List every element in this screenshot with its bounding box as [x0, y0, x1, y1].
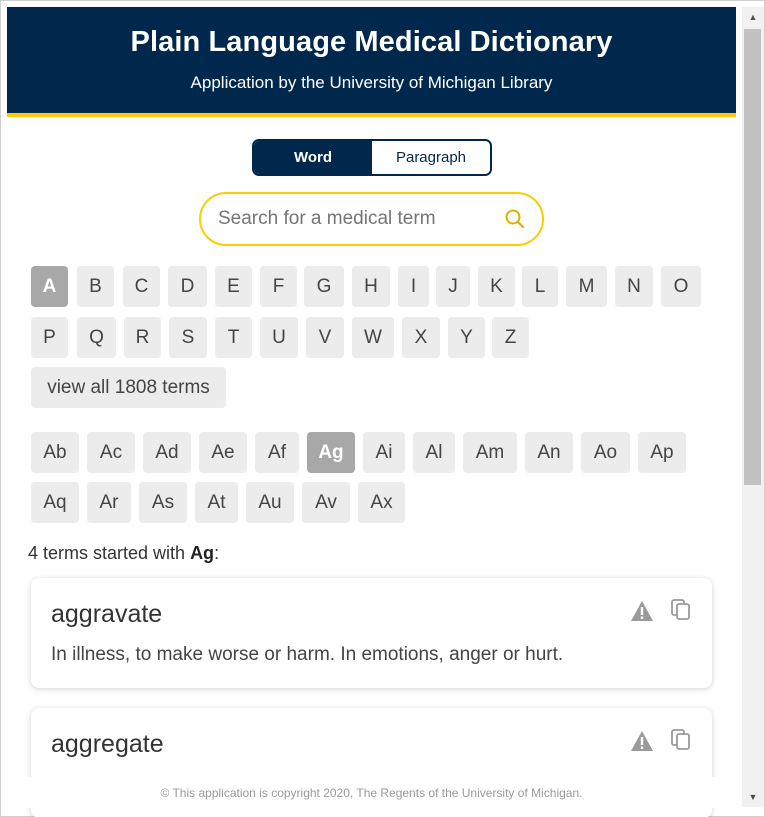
scrollbar-thumb[interactable] [744, 29, 761, 485]
results-prefix-bold: Ag [190, 543, 215, 563]
subgroup-button-ar[interactable]: Ar [87, 482, 131, 523]
subgroup-button-aq[interactable]: Aq [31, 482, 79, 523]
copyright-footer: © This application is copyright 2020, Th… [7, 777, 736, 808]
subgroup-button-av[interactable]: Av [302, 482, 350, 523]
letter-button-x[interactable]: X [402, 317, 440, 358]
subgroup-button-ae[interactable]: Ae [199, 432, 247, 473]
scroll-up-icon[interactable]: ▲ [742, 7, 764, 27]
subgroup-button-ag[interactable]: Ag [307, 432, 355, 473]
letter-button-z[interactable]: Z [492, 317, 529, 358]
results-count: 4 terms started with Ag: [28, 543, 219, 564]
letter-button-d[interactable]: D [168, 266, 207, 307]
letter-button-s[interactable]: S [169, 317, 207, 358]
letter-button-k[interactable]: K [478, 266, 515, 307]
subgroup-button-ao[interactable]: Ao [581, 432, 630, 473]
subgroup-button-au[interactable]: Au [246, 482, 294, 523]
letter-button-l[interactable]: L [522, 266, 558, 307]
letter-button-a[interactable]: A [31, 266, 68, 307]
letter-button-v[interactable]: V [306, 317, 344, 358]
letter-button-h[interactable]: H [352, 266, 390, 307]
term-title: aggravate [51, 600, 163, 628]
letter-button-f[interactable]: F [260, 266, 297, 307]
scroll-down-icon[interactable]: ▼ [742, 787, 764, 807]
subgroup-button-ai[interactable]: Ai [363, 432, 405, 473]
subgroup-button-al[interactable]: Al [413, 432, 455, 473]
search-input[interactable] [218, 208, 488, 230]
view-all-terms-button[interactable]: view all 1808 terms [31, 367, 226, 408]
letter-button-g[interactable]: G [304, 266, 344, 307]
subgroup-button-am[interactable]: Am [463, 432, 517, 473]
search-box [199, 192, 544, 246]
subgroup-button-ap[interactable]: Ap [638, 432, 686, 473]
letter-button-r[interactable]: R [124, 317, 161, 358]
report-warning-icon[interactable] [630, 600, 654, 622]
letter-button-n[interactable]: N [615, 266, 653, 307]
letter-button-t[interactable]: T [215, 317, 252, 358]
subgroup-button-ac[interactable]: Ac [87, 432, 135, 473]
term-definition: In illness, to make worse or harm. In em… [51, 644, 564, 665]
app-window: Plain Language Medical Dictionary Applic… [0, 0, 765, 817]
copy-icon[interactable] [671, 729, 691, 751]
letter-button-y[interactable]: Y [448, 317, 485, 358]
paragraph-mode-button[interactable]: Paragraph [372, 141, 490, 174]
subgroup-button-ax[interactable]: Ax [358, 482, 405, 523]
report-warning-icon[interactable] [630, 730, 654, 752]
mode-toggle: Word Paragraph [252, 139, 492, 176]
word-mode-button[interactable]: Word [254, 141, 372, 174]
letter-button-b[interactable]: B [77, 266, 114, 307]
letter-button-w[interactable]: W [352, 317, 394, 358]
letter-button-o[interactable]: O [661, 266, 701, 307]
app-subtitle: Application by the University of Michiga… [190, 73, 553, 92]
vertical-scrollbar[interactable]: ▲ ▼ [742, 7, 764, 807]
letter-button-c[interactable]: C [123, 266, 160, 307]
letter-button-e[interactable]: E [215, 266, 252, 307]
letter-button-j[interactable]: J [436, 266, 470, 307]
subgroup-button-as[interactable]: As [139, 482, 187, 523]
subgroup-button-af[interactable]: Af [255, 432, 299, 473]
letter-button-m[interactable]: M [566, 266, 607, 307]
term-card: aggravate In illness, to make worse or h… [31, 578, 712, 688]
subgroup-button-ab[interactable]: Ab [31, 432, 79, 473]
subgroup-button-an[interactable]: An [525, 432, 573, 473]
letter-button-i[interactable]: I [398, 266, 429, 307]
subgroup-button-ad[interactable]: Ad [143, 432, 191, 473]
results-suffix: : [214, 543, 220, 563]
letter-button-q[interactable]: Q [77, 317, 116, 358]
results-prefix: 4 terms started with [28, 543, 191, 563]
letter-button-u[interactable]: U [260, 317, 298, 358]
subgroup-button-at[interactable]: At [195, 482, 238, 523]
letter-button-p[interactable]: P [31, 317, 68, 358]
app-header: Plain Language Medical Dictionary Applic… [7, 7, 736, 117]
app-title: Plain Language Medical Dictionary [130, 26, 613, 58]
term-title: aggregate [51, 730, 164, 758]
search-icon[interactable] [504, 208, 526, 230]
copy-icon[interactable] [671, 599, 691, 621]
